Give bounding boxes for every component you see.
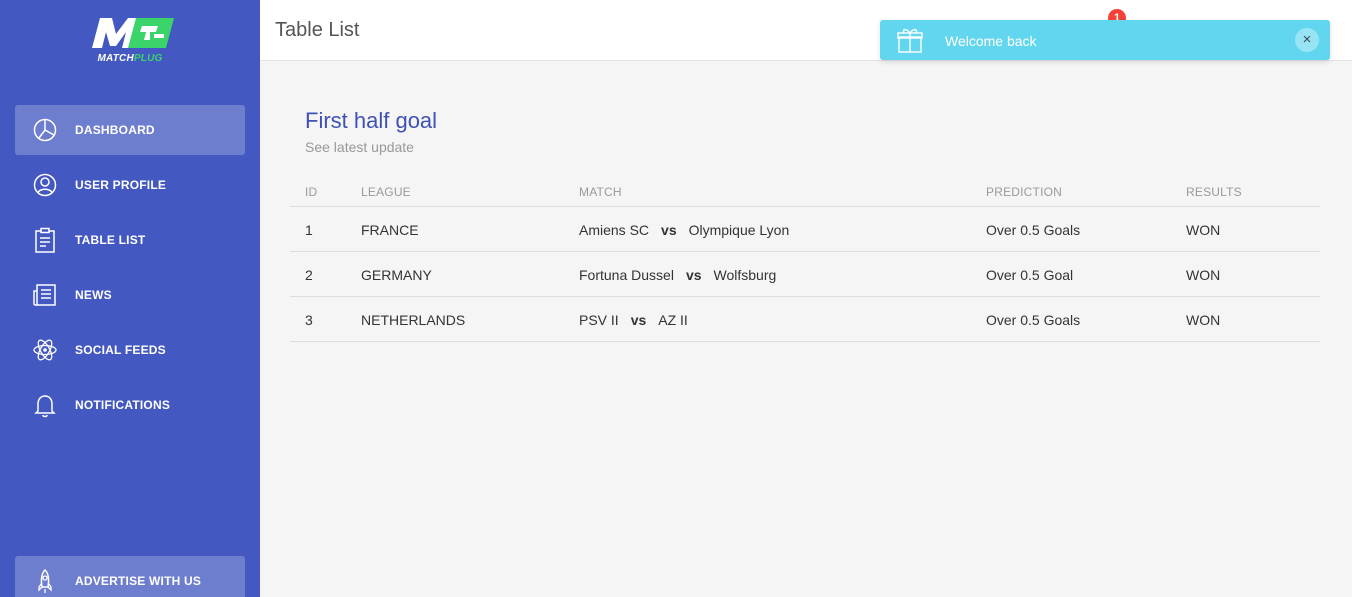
cell-match: Amiens SC vs Olympique Lyon: [579, 222, 789, 238]
sidebar-item-social-feeds[interactable]: SOCIAL FEEDS: [15, 325, 245, 375]
home-team: PSV II: [579, 312, 619, 328]
vs-label: vs: [630, 312, 647, 328]
sidebar-item-label: NOTIFICATIONS: [75, 398, 171, 412]
newspaper-icon: [32, 282, 58, 308]
home-team: Fortuna Dussel: [579, 267, 674, 283]
column-header-results: RESULTS: [1186, 185, 1242, 199]
away-team: Olympique Lyon: [688, 222, 790, 238]
cell-result: WON: [1186, 312, 1221, 328]
sidebar: MATCHPLUG DASHBOARD USER PROFILE TABLE L…: [0, 0, 260, 597]
sidebar-item-label: SOCIAL FEEDS: [75, 343, 166, 357]
cell-prediction: Over 0.5 Goal: [986, 267, 1074, 283]
advertise-button[interactable]: ADVERTISE WITH US: [15, 556, 245, 597]
sidebar-item-label: TABLE LIST: [75, 233, 146, 247]
column-header-match: MATCH: [579, 185, 622, 199]
clipboard-icon: [32, 227, 58, 253]
table-row: 3 NETHERLANDS PSV II vs AZ II Over 0.5 Goa…: [290, 297, 1320, 342]
logo-text: MATCHPLUG: [97, 53, 163, 64]
column-header-prediction: PREDICTION: [986, 185, 1063, 199]
sidebar-item-dashboard[interactable]: DASHBOARD: [15, 105, 245, 155]
sidebar-item-user-profile[interactable]: USER PROFILE: [15, 160, 245, 210]
sidebar-item-label: DASHBOARD: [75, 123, 155, 137]
close-icon[interactable]: ×: [1295, 28, 1319, 52]
card-title: First half goal: [305, 108, 438, 133]
vs-label: vs: [685, 267, 702, 283]
cell-id: 2: [305, 267, 313, 283]
table-row: 1 FRANCE Amiens SC vs Olympique Lyon Over …: [290, 207, 1320, 252]
cell-league: GERMANY: [361, 267, 432, 283]
user-icon: [32, 172, 58, 198]
cell-id: 1: [305, 222, 313, 238]
cell-match: PSV II vs AZ II: [579, 312, 688, 328]
cell-result: WON: [1186, 222, 1221, 238]
sidebar-nav: DASHBOARD USER PROFILE TABLE LIST NEWS S…: [15, 105, 245, 435]
bell-icon: [32, 392, 58, 418]
advertise-label: ADVERTISE WITH US: [75, 574, 202, 588]
predictions-table: ID LEAGUE MATCH PREDICTION RESULTS 1 FRA…: [290, 176, 1320, 342]
cell-league: FRANCE: [361, 222, 419, 238]
column-header-league: LEAGUE: [361, 185, 411, 199]
page-title: Table List: [275, 19, 360, 41]
atom-icon: [32, 337, 58, 363]
cell-result: WON: [1186, 267, 1221, 283]
vs-label: vs: [661, 222, 677, 238]
cell-id: 3: [305, 312, 313, 328]
cell-prediction: Over 0.5 Goals: [986, 222, 1081, 238]
cell-match: Fortuna Dussel vs Wolfsburg: [579, 267, 776, 283]
away-team: AZ II: [658, 312, 688, 328]
table-header: ID LEAGUE MATCH PREDICTION RESULTS: [290, 176, 1320, 207]
cell-prediction: Over 0.5 Goals: [986, 312, 1081, 328]
toast-message: Welcome back: [945, 33, 1037, 49]
welcome-toast: Welcome back ×: [880, 20, 1330, 60]
sidebar-item-table-list[interactable]: TABLE LIST: [15, 215, 245, 265]
rocket-icon: [32, 568, 58, 594]
sidebar-item-label: USER PROFILE: [75, 178, 167, 192]
pie-chart-icon: [32, 117, 58, 143]
column-header-id: ID: [305, 185, 318, 199]
away-team: Wolfsburg: [713, 267, 777, 283]
home-team: Amiens SC: [579, 222, 650, 238]
gift-icon: [897, 28, 923, 53]
table-row: 2 GERMANY Fortuna Dussel vs Wolfsburg Over…: [290, 252, 1320, 297]
sidebar-item-notifications[interactable]: NOTIFICATIONS: [15, 380, 245, 430]
cell-league: NETHERLANDS: [361, 312, 466, 328]
sidebar-item-news[interactable]: NEWS: [15, 270, 245, 320]
card-subtitle: See latest update: [305, 139, 414, 155]
sidebar-item-label: NEWS: [75, 288, 112, 302]
